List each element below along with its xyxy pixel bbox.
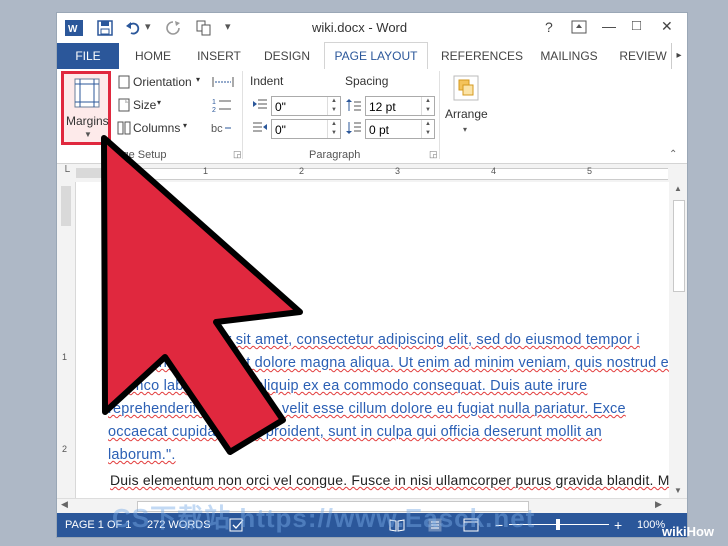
red-arrow-annotation — [101, 135, 303, 455]
wikihow-brand: wikiHow — [662, 524, 715, 539]
